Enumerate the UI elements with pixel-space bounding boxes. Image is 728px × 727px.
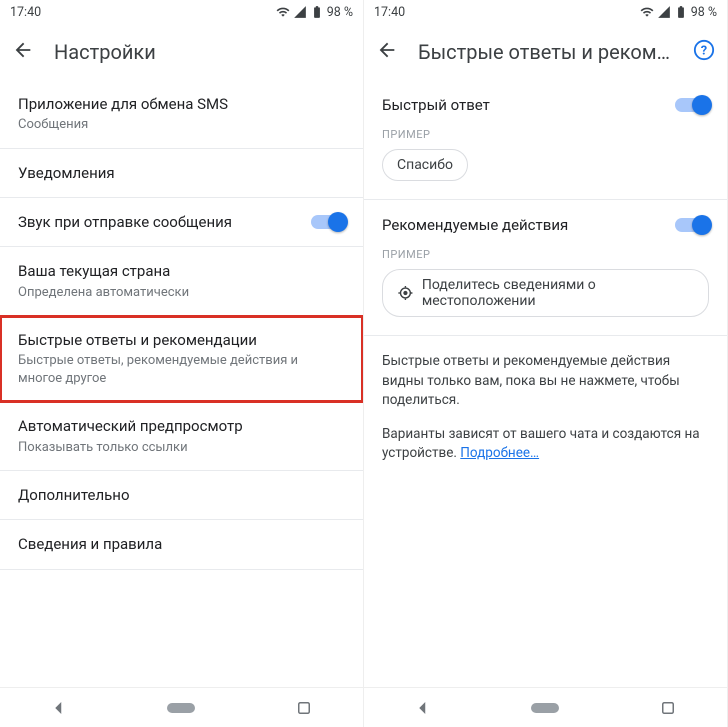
- example-chip-location[interactable]: Поделитесь сведениями о местоположении: [382, 269, 709, 317]
- svg-text:?: ?: [701, 44, 707, 59]
- battery-pct: 98 %: [691, 5, 717, 20]
- item-title: Ваша текущая страна: [18, 261, 345, 281]
- info-para-1: Быстрые ответы и рекомендуемые действия …: [382, 352, 709, 411]
- chip-label: Спасибо: [397, 157, 453, 173]
- item-auto-preview[interactable]: Автоматический предпросмотр Показывать т…: [0, 402, 363, 471]
- item-sub: Сообщения: [18, 116, 345, 134]
- help-icon: ?: [693, 39, 715, 61]
- status-bar: 17:40 98 %: [364, 0, 727, 24]
- nav-home-icon[interactable]: [531, 703, 559, 713]
- item-title: Звук при отправке сообщения: [18, 212, 299, 232]
- item-title: Автоматический предпросмотр: [18, 416, 345, 436]
- item-advanced[interactable]: Дополнительно: [0, 471, 363, 520]
- item-title: Быстрые ответы и рекомендации: [18, 330, 345, 350]
- nav-recent-icon[interactable]: [659, 699, 677, 717]
- example-caption: ПРИМЕР: [382, 128, 709, 141]
- arrow-back-icon: [376, 39, 398, 61]
- signal-icon: [293, 5, 307, 19]
- status-bar: 17:40 98 %: [0, 0, 363, 24]
- status-icons: 98 %: [276, 5, 353, 20]
- system-nav: [364, 687, 727, 727]
- toggle-send-sound[interactable]: [311, 215, 345, 229]
- info-para-2: Варианты зависят от вашего чата и создаю…: [382, 425, 709, 464]
- item-sub: Показывать только ссылки: [18, 439, 345, 457]
- status-time: 17:40: [374, 5, 405, 20]
- item-title: Приложение для обмена SMS: [18, 94, 345, 114]
- system-nav: [0, 687, 363, 727]
- smart-reply-screen: 17:40 98 % Быстрые ответы и рекоменд… ? …: [364, 0, 728, 727]
- section-suggested-actions: Рекомендуемые действия ПРИМЕР Поделитесь…: [364, 200, 727, 336]
- page-title: Быстрые ответы и рекоменд…: [418, 40, 673, 64]
- info-text: Быстрые ответы и рекомендуемые действия …: [364, 336, 727, 494]
- app-bar: Настройки: [0, 24, 363, 80]
- section-title: Рекомендуемые действия: [382, 216, 568, 234]
- signal-icon: [657, 5, 671, 19]
- settings-screen: 17:40 98 % Настройки Приложение для обме…: [0, 0, 364, 727]
- status-icons: 98 %: [640, 5, 717, 20]
- item-send-sound[interactable]: Звук при отправке сообщения: [0, 198, 363, 247]
- back-button[interactable]: [12, 39, 34, 65]
- section-quick-reply: Быстрый ответ ПРИМЕР Спасибо: [364, 80, 727, 200]
- settings-list: Приложение для обмена SMS Сообщения Увед…: [0, 80, 363, 687]
- arrow-back-icon: [12, 39, 34, 61]
- item-sub: Определена автоматически: [18, 284, 345, 302]
- item-title: Дополнительно: [18, 485, 345, 505]
- learn-more-link[interactable]: Подробнее…: [460, 445, 539, 461]
- chip-label: Поделитесь сведениями о местоположении: [422, 277, 694, 309]
- status-time: 17:40: [10, 5, 41, 20]
- item-country[interactable]: Ваша текущая страна Определена автоматич…: [0, 247, 363, 316]
- help-button[interactable]: ?: [693, 39, 715, 65]
- page-title: Настройки: [54, 40, 351, 64]
- app-bar: Быстрые ответы и рекоменд… ?: [364, 24, 727, 80]
- toggle-quick-reply[interactable]: [675, 98, 709, 112]
- nav-recent-icon[interactable]: [295, 699, 313, 717]
- example-chip-thanks[interactable]: Спасибо: [382, 149, 468, 181]
- nav-home-icon[interactable]: [167, 703, 195, 713]
- item-notifications[interactable]: Уведомления: [0, 149, 363, 198]
- wifi-icon: [640, 5, 654, 19]
- section-title: Быстрый ответ: [382, 96, 490, 114]
- item-sub: Быстрые ответы, рекомендуемые действия и…: [18, 352, 345, 387]
- item-about[interactable]: Сведения и правила: [0, 520, 363, 569]
- location-icon: [397, 284, 414, 302]
- example-caption: ПРИМЕР: [382, 248, 709, 261]
- toggle-suggested-actions[interactable]: [675, 218, 709, 232]
- nav-back-icon[interactable]: [50, 699, 68, 717]
- item-sms-app[interactable]: Приложение для обмена SMS Сообщения: [0, 80, 363, 149]
- battery-pct: 98 %: [327, 5, 353, 20]
- nav-back-icon[interactable]: [414, 699, 432, 717]
- wifi-icon: [276, 5, 290, 19]
- item-title: Уведомления: [18, 163, 345, 183]
- back-button[interactable]: [376, 39, 398, 65]
- battery-icon: [674, 5, 688, 19]
- item-title: Сведения и правила: [18, 534, 345, 554]
- battery-icon: [310, 5, 324, 19]
- item-smart-replies[interactable]: Быстрые ответы и рекомендации Быстрые от…: [0, 316, 363, 402]
